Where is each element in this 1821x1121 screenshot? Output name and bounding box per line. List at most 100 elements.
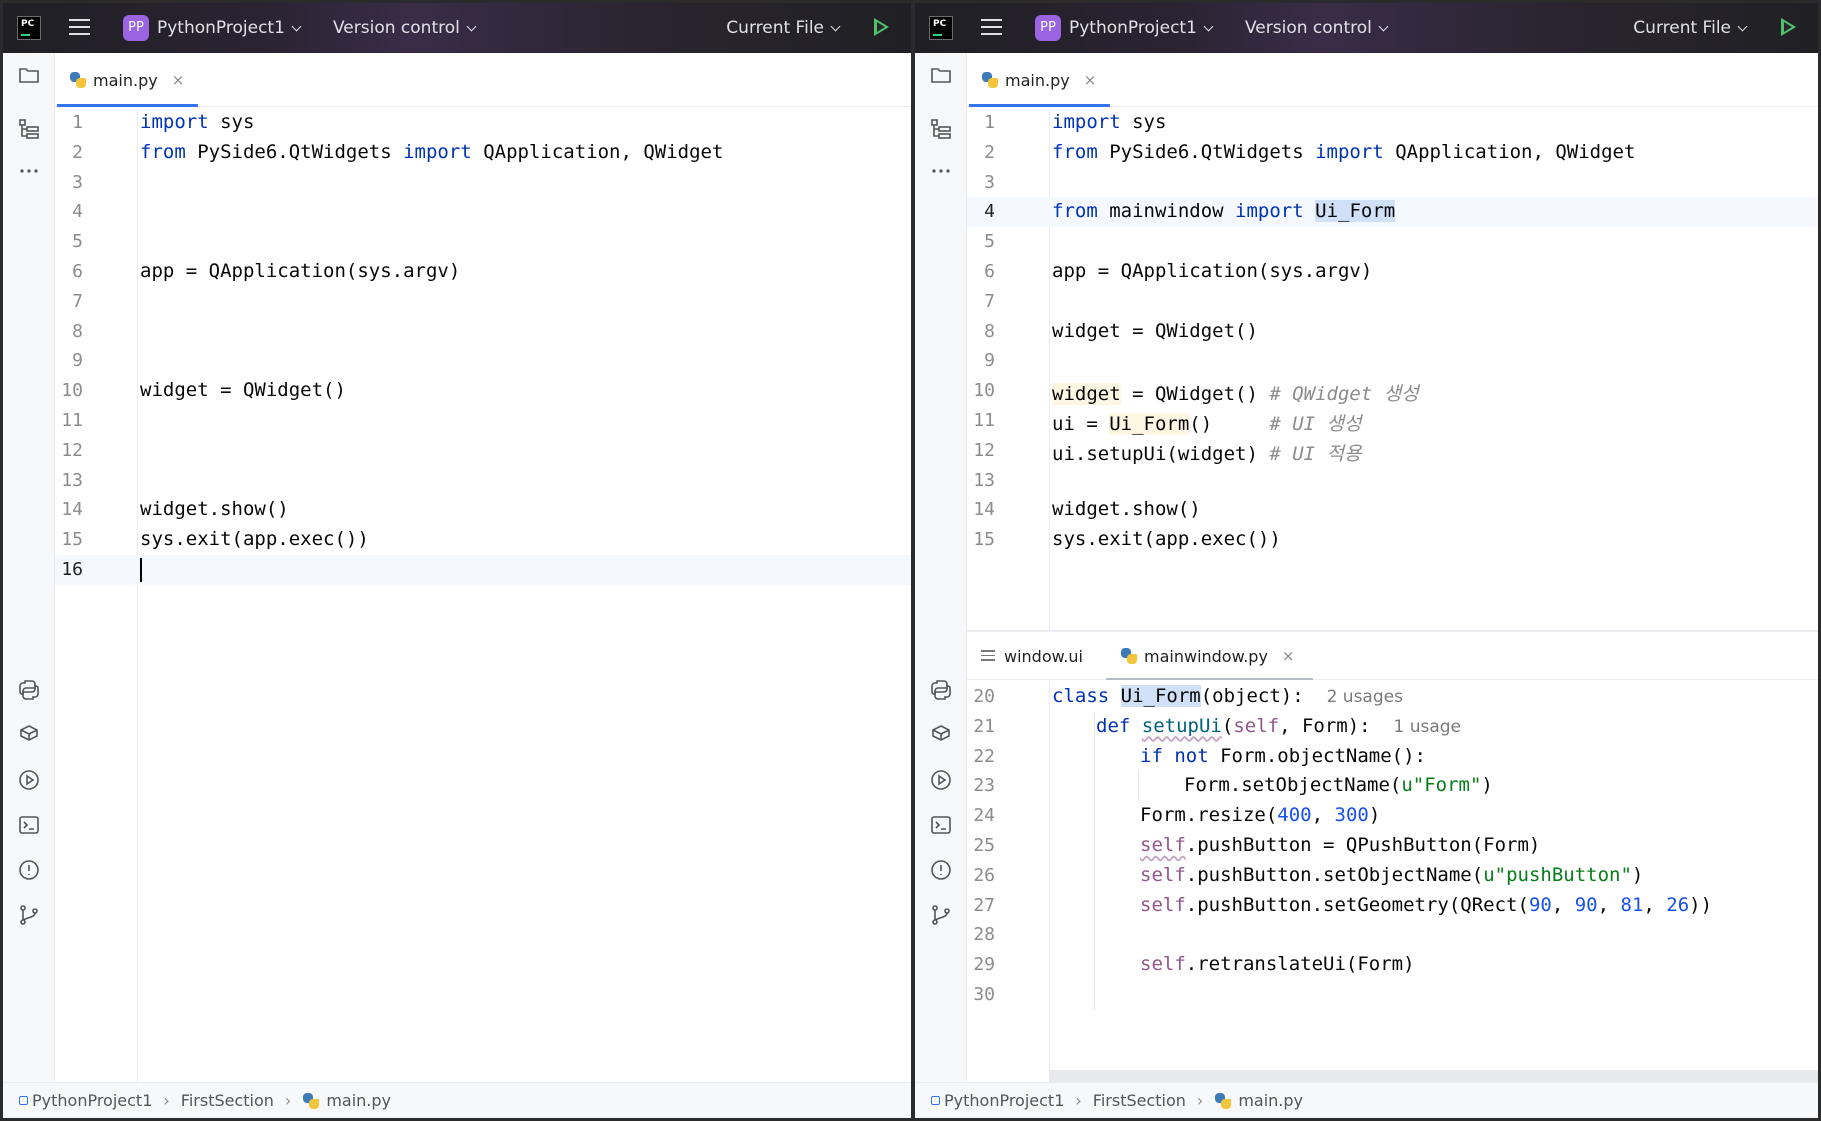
code-line[interactable]: 9 [967, 346, 1818, 376]
line-number: 11 [973, 410, 995, 431]
git-icon[interactable] [929, 903, 953, 927]
run-configuration-selector[interactable]: Current File [1633, 18, 1748, 38]
breadcrumb-file[interactable]: main.py [326, 1091, 391, 1110]
close-tab-icon[interactable]: × [1282, 647, 1295, 665]
breadcrumb-project[interactable]: PythonProject1 [944, 1091, 1064, 1110]
code-line[interactable]: 23 Form.setObjectName(u"Form") [967, 771, 1818, 802]
run-icon[interactable] [1781, 18, 1796, 36]
pycharm-logo-icon[interactable]: PC [17, 16, 41, 40]
tab-mainwindow-py[interactable]: mainwindow.py × [1106, 632, 1313, 681]
breadcrumb-folder[interactable]: FirstSection [181, 1091, 274, 1110]
main-menu-icon[interactable] [981, 19, 1002, 36]
python-console-icon[interactable] [929, 723, 953, 747]
code-line[interactable]: 4 from mainwindow import Ui_Form [967, 197, 1818, 228]
code-line[interactable]: 6 app = QApplication(sys.argv) [967, 257, 1818, 287]
more-icon[interactable] [17, 159, 41, 183]
more-icon[interactable] [929, 159, 953, 183]
code-line[interactable]: 5 [55, 227, 911, 257]
code-line[interactable]: 20 class Ui_Form(object): 2 usages [967, 682, 1818, 712]
python-packages-icon[interactable] [17, 678, 41, 702]
status-bar: PythonProject1 › FirstSection › main.py [915, 1082, 1818, 1118]
horizontal-scrollbar[interactable] [1049, 1070, 1818, 1082]
code-line[interactable]: 6 app = QApplication(sys.argv) [55, 257, 911, 287]
code-line[interactable]: 3 [967, 168, 1818, 198]
tab-main-py[interactable]: main.py × [969, 53, 1111, 107]
code-line[interactable]: 29 self.retranslateUi(Form) [967, 950, 1818, 980]
structure-icon[interactable] [17, 117, 41, 141]
services-icon[interactable] [17, 768, 41, 792]
code-line[interactable]: 7 [967, 287, 1818, 317]
tab-main-py[interactable]: main.py × [57, 53, 199, 107]
code-line[interactable]: 15 sys.exit(app.exec()) [55, 525, 911, 555]
code-line[interactable]: 10 widget = QWidget() # QWidget 생성 [967, 376, 1818, 406]
version-control-menu[interactable]: Version control [1245, 18, 1389, 38]
line-number: 4 [72, 201, 83, 223]
code-line[interactable]: 22 if not Form.objectName(): [967, 741, 1818, 772]
breadcrumb-folder[interactable]: FirstSection [1093, 1091, 1186, 1110]
code-line[interactable]: 28 [967, 920, 1818, 951]
code-line[interactable]: 8 widget = QWidget() [967, 317, 1818, 347]
python-packages-icon[interactable] [929, 678, 953, 702]
code-line[interactable]: 12 ui.setupUi(widget) # UI 적용 [967, 436, 1818, 466]
code-editor-split[interactable]: 20 class Ui_Form(object): 2 usages 21 def s… [967, 680, 1818, 1082]
code-line[interactable]: 2 from PySide6.QtWidgets import QApplicat… [967, 138, 1818, 168]
code-line[interactable]: 2 from PySide6.QtWidgets import QApplicat… [55, 138, 911, 168]
problems-icon[interactable] [929, 858, 953, 882]
code-text: from PySide6.QtWidgets import QApplicati… [140, 140, 724, 163]
code-line[interactable]: 25 self.pushButton = QPushButton(Form) [967, 831, 1818, 861]
code-line[interactable]: 7 [55, 287, 911, 317]
code-line[interactable]: 1 import sys [967, 108, 1818, 138]
project-selector[interactable]: PythonProject1 [157, 18, 302, 38]
code-line[interactable]: 27 self.pushButton.setGeometry(QRect(90, … [967, 890, 1818, 921]
tool-window-strip [3, 53, 55, 1082]
code-line[interactable]: 16 [55, 555, 911, 585]
tab-window-ui[interactable]: window.ui [981, 632, 1083, 680]
project-selector[interactable]: PythonProject1 [1069, 18, 1214, 38]
code-editor[interactable]: 1 import sys 2 from PySide6.QtWidgets impor… [55, 108, 911, 1082]
run-configuration-selector[interactable]: Current File [726, 18, 841, 38]
run-icon[interactable] [874, 18, 889, 36]
close-tab-icon[interactable]: × [172, 71, 185, 89]
code-line[interactable]: 21 def setupUi(self, Form): 1 usage [967, 711, 1818, 742]
breadcrumb-file[interactable]: main.py [1238, 1091, 1303, 1110]
code-line[interactable]: 13 [967, 466, 1818, 496]
line-number: 7 [984, 290, 995, 312]
code-line[interactable]: 11 [55, 406, 911, 436]
close-tab-icon[interactable]: × [1084, 71, 1097, 89]
folder-icon[interactable] [929, 63, 953, 87]
code-line[interactable]: 14 widget.show() [55, 495, 911, 525]
terminal-icon[interactable] [929, 813, 953, 837]
breadcrumb-project[interactable]: PythonProject1 [32, 1091, 152, 1110]
code-line[interactable]: 24 Form.resize(400, 300) [967, 801, 1818, 831]
code-line[interactable]: 8 [55, 317, 911, 347]
main-menu-icon[interactable] [69, 19, 90, 36]
python-console-icon[interactable] [17, 723, 41, 747]
code-line[interactable]: 5 [967, 227, 1818, 257]
folder-icon[interactable] [17, 63, 41, 87]
code-line[interactable]: 13 [55, 466, 911, 496]
code-editor-main[interactable]: 1 import sys 2 from PySide6.QtWidgets impor… [967, 108, 1818, 630]
python-file-icon [981, 71, 999, 89]
code-line[interactable]: 11 ui = Ui_Form() # UI 생성 [967, 406, 1818, 436]
code-line[interactable]: 4 [55, 197, 911, 227]
pycharm-logo-icon[interactable]: PC [929, 16, 953, 40]
python-file-icon [1120, 647, 1138, 665]
terminal-icon[interactable] [17, 813, 41, 837]
code-line[interactable]: 14 widget.show() [967, 495, 1818, 525]
problems-icon[interactable] [17, 858, 41, 882]
version-control-menu[interactable]: Version control [333, 18, 477, 38]
git-icon[interactable] [17, 903, 41, 927]
structure-icon[interactable] [929, 117, 953, 141]
code-line[interactable]: 15 sys.exit(app.exec()) [967, 525, 1818, 555]
code-line[interactable]: 26 self.pushButton.setObjectName(u"pushBu… [967, 860, 1818, 891]
services-icon[interactable] [929, 768, 953, 792]
project-badge[interactable]: PP [123, 15, 149, 41]
code-line[interactable]: 30 [967, 980, 1818, 1010]
code-line[interactable]: 10 widget = QWidget() [55, 376, 911, 406]
code-line[interactable]: 1 import sys [55, 108, 911, 138]
code-line[interactable]: 12 [55, 436, 911, 466]
code-line[interactable]: 3 [55, 168, 911, 198]
code-line[interactable]: 9 [55, 346, 911, 376]
line-number: 8 [984, 320, 995, 342]
project-badge[interactable]: PP [1035, 15, 1061, 41]
